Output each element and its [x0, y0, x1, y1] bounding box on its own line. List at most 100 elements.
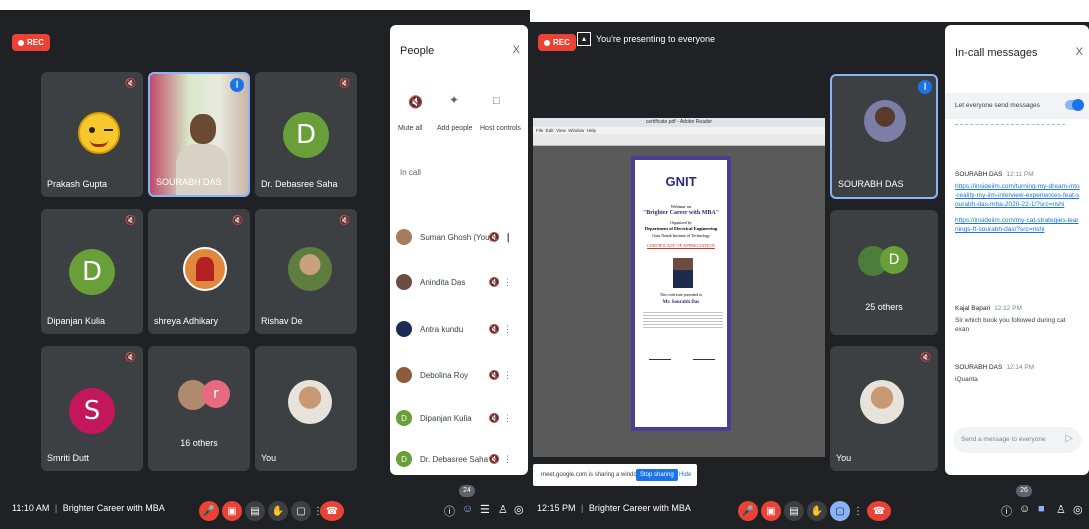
participant-name: Dr. Debasree Saha — [420, 454, 489, 464]
present-button[interactable]: ▢ — [830, 501, 850, 521]
participant-row[interactable]: D Dipanjan Kulia 🔇 ⋮ — [396, 403, 514, 433]
avatar: D — [880, 246, 908, 274]
timestamp: 12:14 PM — [1006, 364, 1035, 371]
mic-off-icon: 🔇 — [125, 78, 137, 88]
participant-tile-sourabh[interactable]: ❙ SOURABH DAS — [148, 72, 250, 197]
mic-off-icon[interactable]: 🔇 — [489, 413, 500, 424]
mic-off-icon[interactable]: 🔇 — [489, 277, 500, 288]
lock-icon[interactable]: ◎ — [514, 503, 524, 516]
pin-icon[interactable]: ❙ — [504, 232, 512, 243]
more-options-icon[interactable]: ⋮ — [503, 413, 512, 424]
more-options-icon[interactable]: ⋮ — [503, 370, 512, 381]
participant-name: Anindita Das — [420, 277, 466, 287]
raise-hand-button[interactable]: ✋ — [268, 501, 288, 521]
more-options-icon[interactable]: ⋮ — [503, 454, 512, 465]
more-options-button[interactable]: ⋮ — [848, 501, 868, 521]
participant-tile-debasree[interactable]: D 🔇 Dr. Debasree Saha — [255, 72, 357, 197]
close-icon[interactable]: X — [513, 44, 520, 56]
avatar — [396, 229, 412, 245]
mic-off-icon: 🔇 — [339, 78, 351, 88]
separator: | — [581, 503, 584, 513]
host-controls-icon[interactable]: □ — [493, 95, 500, 107]
participant-tile-shreya[interactable]: 🔇 shreya Adhikary — [148, 209, 250, 334]
activities-icon[interactable]: ♙ — [1056, 503, 1066, 516]
mic-off-icon[interactable]: 🔇 — [489, 370, 500, 381]
meeting-info: 11:10 AM | Brighter Career with MBA — [12, 503, 165, 513]
add-person-icon[interactable]: ✦ — [449, 93, 459, 107]
leave-call-button[interactable]: ☎ — [320, 501, 344, 521]
participant-row[interactable]: D Dr. Debasree Saha 🔇 ⋮ — [396, 444, 514, 474]
camera-off-button[interactable]: ▣ — [761, 501, 781, 521]
info-icon[interactable]: ⓘ — [444, 503, 455, 519]
speaking-icon: ❙ — [918, 80, 932, 94]
doc-toolbar — [533, 134, 825, 146]
mic-off-button[interactable]: 🎤 — [199, 501, 219, 521]
participant-tile-you[interactable]: 🔇 You — [830, 346, 938, 471]
participant-name: Dipanjan Kulia — [420, 413, 472, 423]
activities-icon[interactable]: ♙ — [498, 503, 508, 516]
participant-name: You — [836, 453, 852, 463]
participant-row[interactable]: Antra kundu 🔇 ⋮ — [396, 314, 514, 344]
meeting-title: Brighter Career with MBA — [588, 503, 691, 513]
mic-off-button[interactable]: 🎤 — [738, 501, 758, 521]
more-options-icon[interactable]: ⋮ — [503, 277, 512, 288]
mic-off-icon: 🔇 — [339, 215, 351, 225]
participant-tile-prakash[interactable]: 🔇 Prakash Gupta — [41, 72, 143, 197]
raise-hand-button[interactable]: ✋ — [807, 501, 827, 521]
participant-tile-dipanjan[interactable]: D 🔇 Dipanjan Kulia — [41, 209, 143, 334]
captions-button[interactable]: ▤ — [784, 501, 804, 521]
allow-messages-toggle[interactable] — [1065, 99, 1084, 111]
participant-row[interactable]: Suman Ghosh (You) 🔇 ❙ — [396, 222, 514, 252]
chat-icon[interactable]: ■ — [1038, 503, 1045, 515]
mute-all-button[interactable]: Mute all — [398, 125, 423, 132]
participant-tile-others[interactable]: r 16 others — [148, 346, 250, 471]
sharing-bar: meet.google.com is sharing a window. Sto… — [533, 464, 697, 486]
stop-sharing-button[interactable]: Stop sharing — [636, 469, 678, 481]
participant-name: 16 others — [180, 438, 218, 448]
message-link[interactable]: https://insideiim.com/my-cat-strategies-… — [955, 216, 1080, 234]
message-link[interactable]: https://insideiim.com/turning-my-dream-i… — [955, 182, 1080, 209]
avatar: S — [69, 388, 115, 434]
mic-off-icon[interactable]: 🔇 — [489, 232, 500, 243]
doc-menubar: File Edit View Window Help — [533, 127, 825, 134]
close-icon[interactable]: X — [1076, 46, 1083, 58]
rec-indicator: REC — [538, 34, 576, 51]
add-people-button[interactable]: Add people — [437, 125, 472, 132]
clock: 12:15 PM — [537, 503, 576, 513]
participant-name: 25 others — [865, 302, 903, 312]
camera-off-button[interactable]: ▣ — [222, 501, 242, 521]
host-controls-button[interactable]: Host controls — [480, 125, 521, 132]
participant-tile-others[interactable]: D 25 others — [830, 210, 938, 335]
send-icon[interactable]: ▷ — [1065, 433, 1073, 444]
message-input[interactable]: Send a message to everyone ▷ — [953, 427, 1081, 453]
participant-name: SOURABH DAS — [156, 177, 222, 187]
mic-off-icon[interactable]: 🔇 — [489, 454, 500, 465]
present-icon: ▴ — [577, 32, 591, 46]
meeting-title: Brighter Career with MBA — [62, 503, 165, 513]
participant-tile-you[interactable]: You — [255, 346, 357, 471]
participant-row[interactable]: Debolina Roy 🔇 ⋮ — [396, 360, 514, 390]
participant-tile-rishav[interactable]: 🔇 Rishav De — [255, 209, 357, 334]
certificate-page: GNIT Webinar on "Brighter Career with MB… — [631, 156, 731, 431]
participant-name: shreya Adhikary — [154, 316, 219, 326]
people-icon[interactable]: ☺ — [1019, 503, 1030, 515]
lock-icon[interactable]: ◎ — [1073, 503, 1083, 516]
participant-name: Dipanjan Kulia — [47, 316, 106, 326]
chat-icon[interactable]: ☰ — [480, 503, 490, 516]
info-icon[interactable]: ⓘ — [1001, 503, 1012, 519]
participant-tile-sourabh[interactable]: ❙ SOURABH DAS — [830, 74, 938, 199]
participant-row[interactable]: Anindita Das 🔇 ⋮ — [396, 267, 514, 297]
leave-call-button[interactable]: ☎ — [867, 501, 891, 521]
mute-all-icon[interactable]: 🔇 — [408, 95, 423, 109]
cert-photo — [673, 258, 693, 288]
more-options-icon[interactable]: ⋮ — [503, 324, 512, 335]
timestamp: 12:12 PM — [994, 305, 1022, 312]
participant-tile-smriti[interactable]: S 🔇 Smriti Dutt — [41, 346, 143, 471]
mic-off-icon: 🔇 — [920, 352, 932, 362]
chat-message: SOURABH DAS 12:11 PM https://insideiim.co… — [955, 170, 1080, 234]
mic-off-icon[interactable]: 🔇 — [489, 324, 500, 335]
people-icon[interactable]: ☺ — [462, 503, 473, 515]
captions-button[interactable]: ▤ — [245, 501, 265, 521]
hide-button[interactable]: Hide — [679, 472, 691, 478]
panel-title: People — [400, 45, 435, 57]
